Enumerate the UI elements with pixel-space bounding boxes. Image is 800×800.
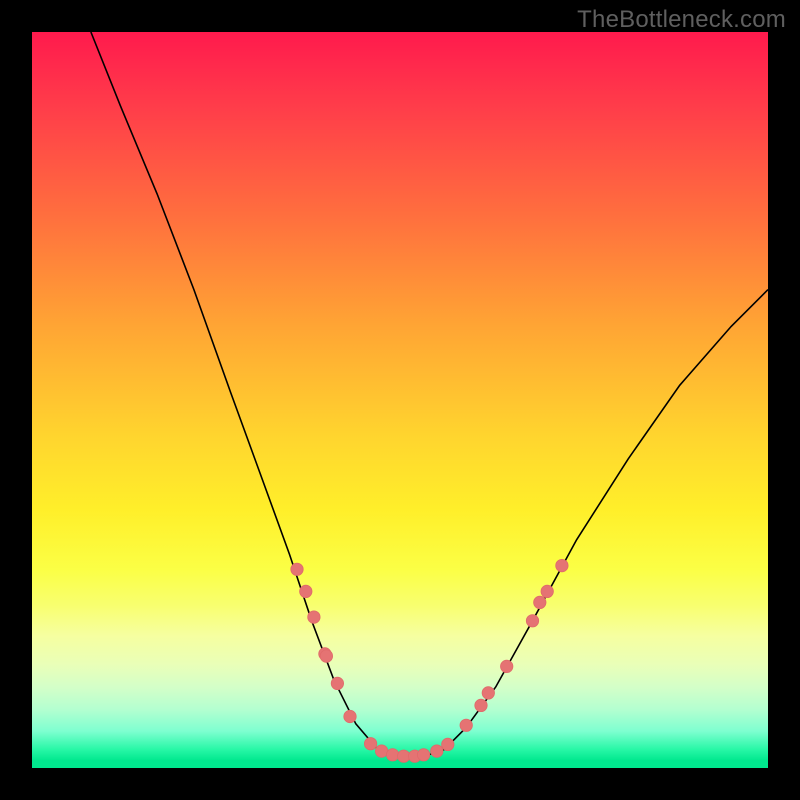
marker-dot [308, 611, 320, 623]
marker-dot [344, 710, 356, 722]
marker-dot [331, 677, 343, 689]
marker-dot [501, 660, 513, 672]
marker-dot [291, 563, 303, 575]
marker-dot [460, 719, 472, 731]
marker-dot [364, 738, 376, 750]
marker-dot [475, 699, 487, 711]
marker-dot [526, 615, 538, 627]
bottleneck-curve [91, 32, 768, 757]
watermark-text: TheBottleneck.com [577, 6, 786, 34]
plot-area [32, 32, 768, 768]
marker-dot [320, 650, 332, 662]
chart-svg [32, 32, 768, 768]
chart-frame: TheBottleneck.com [0, 0, 800, 800]
marker-dot [386, 749, 398, 761]
marker-dot [541, 585, 553, 597]
marker-dot [482, 687, 494, 699]
marker-dot [398, 750, 410, 762]
marker-dot [417, 749, 429, 761]
marker-dot [431, 745, 443, 757]
marker-dot [534, 596, 546, 608]
marker-dot [375, 745, 387, 757]
marker-dots [291, 559, 568, 762]
marker-dot [442, 738, 454, 750]
marker-dot [300, 585, 312, 597]
marker-dot [556, 559, 568, 571]
